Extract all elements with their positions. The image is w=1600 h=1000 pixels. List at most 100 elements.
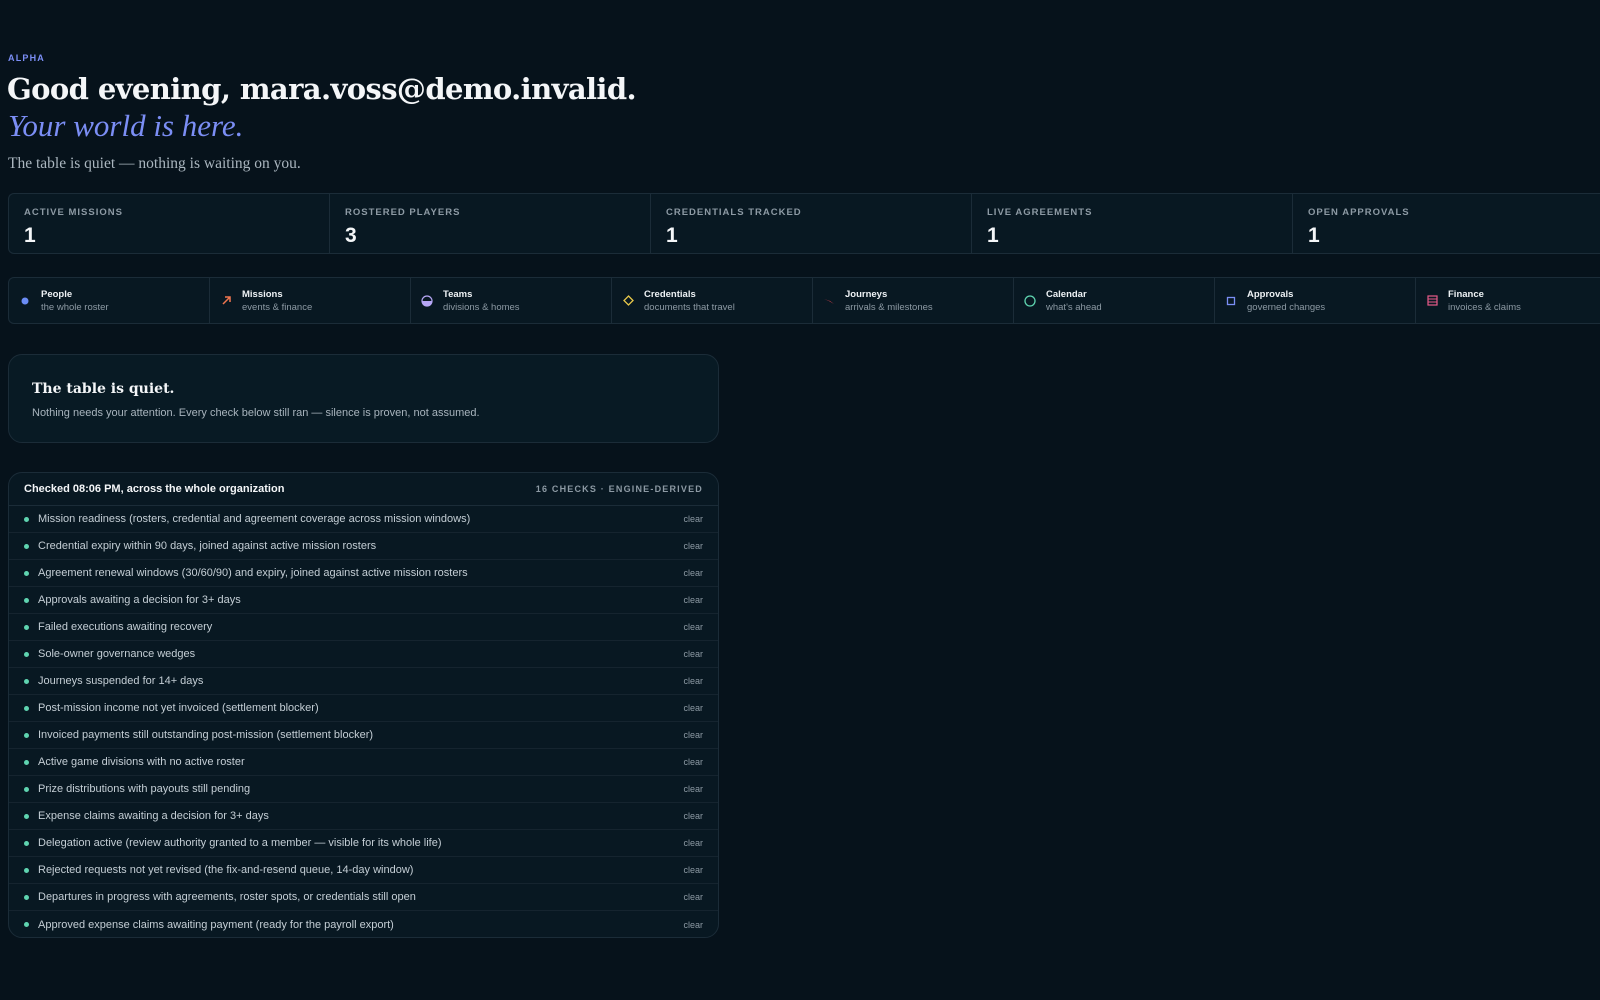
check-status: clear [683, 865, 703, 875]
check-status: clear [683, 514, 703, 524]
check-row: Agreement renewal windows (30/60/90) and… [9, 560, 718, 587]
dot-icon [19, 295, 31, 307]
module-teams[interactable]: Teams divisions & homes [411, 278, 612, 323]
stat-label: ROSTERED PLAYERS [345, 207, 461, 218]
check-label: Expense claims awaiting a decision for 3… [38, 810, 269, 822]
check-status: clear [683, 757, 703, 767]
flight-icon [823, 295, 835, 307]
module-subtitle: invoices & claims [1448, 301, 1521, 313]
module-subtitle: events & finance [242, 301, 313, 313]
check-label: Sole-owner governance wedges [38, 648, 196, 660]
check-row: Departures in progress with agreements, … [9, 884, 718, 911]
module-title: People [41, 288, 73, 300]
checks-meta: 16 CHECKS · ENGINE-DERIVED [535, 484, 703, 494]
status-dot-icon [24, 786, 29, 792]
status-dot-icon [24, 759, 29, 765]
check-label: Departures in progress with agreements, … [38, 891, 416, 903]
stat-label: ACTIVE MISSIONS [24, 207, 123, 218]
module-subtitle: arrivals & milestones [845, 301, 933, 313]
arrow-icon [220, 295, 232, 307]
stat-label: CREDENTIALS TRACKED [666, 207, 802, 218]
status-dot-icon [24, 922, 29, 927]
status-dot-icon [24, 597, 29, 603]
check-row: Rejected requests not yet revised (the f… [9, 857, 718, 884]
status-dot-icon [24, 570, 29, 576]
module-nav: People the whole roster Missions events … [8, 277, 1600, 324]
half-circle-icon [421, 294, 433, 307]
check-status: clear [683, 811, 703, 821]
check-status: clear [683, 730, 703, 740]
diamond-icon [622, 295, 634, 307]
module-title: Finance [1448, 288, 1484, 300]
greeting-heading: Good evening, mara.voss@demo.invalid. [7, 72, 637, 106]
stat-label: LIVE AGREEMENTS [987, 207, 1093, 218]
check-row: Sole-owner governance wedges clear [9, 641, 718, 668]
check-label: Post-mission income not yet invoiced (se… [38, 702, 319, 714]
check-row: Expense claims awaiting a decision for 3… [9, 803, 718, 830]
check-row: Mission readiness (rosters, credential a… [9, 506, 718, 533]
stat-value: 1 [24, 224, 36, 247]
check-status: clear [683, 622, 703, 632]
stat-credentials-tracked: CREDENTIALS TRACKED 1 [651, 194, 972, 253]
module-missions[interactable]: Missions events & finance [210, 278, 411, 323]
module-journeys[interactable]: Journeys arrivals & milestones [813, 278, 1014, 323]
check-label: Delegation active (review authority gran… [38, 837, 442, 849]
module-title: Teams [443, 288, 473, 300]
status-dot-icon [24, 624, 29, 630]
status-dot-icon [24, 840, 29, 846]
check-label: Approved expense claims awaiting payment… [38, 918, 394, 931]
dashboard-page: ALPHA Good evening, mara.voss@demo.inval… [0, 0, 1600, 1000]
check-label: Journeys suspended for 14+ days [38, 675, 204, 687]
check-status: clear [683, 649, 703, 659]
module-title: Missions [242, 288, 283, 300]
stat-open-approvals: OPEN APPROVALS 1 [1293, 194, 1600, 253]
stat-value: 1 [987, 224, 999, 247]
stat-live-agreements: LIVE AGREEMENTS 1 [972, 194, 1293, 253]
quiet-card: The table is quiet. Nothing needs your a… [8, 354, 719, 443]
check-status: clear [683, 676, 703, 686]
check-status: clear [683, 703, 703, 713]
check-row: Active game divisions with no active ros… [9, 749, 718, 776]
module-finance[interactable]: Finance invoices & claims [1416, 278, 1600, 323]
module-credentials[interactable]: Credentials documents that travel [612, 278, 813, 323]
check-status: clear [683, 568, 703, 578]
square-icon [1225, 295, 1237, 307]
quiet-title: The table is quiet. [32, 381, 175, 397]
tagline: Your world is here. [8, 108, 244, 143]
checks-header: Checked 08:06 PM, across the whole organ… [9, 473, 718, 506]
module-title: Credentials [644, 288, 696, 300]
check-label: Prize distributions with payouts still p… [38, 783, 251, 795]
check-label: Failed executions awaiting recovery [38, 621, 213, 633]
ledger-icon [1426, 295, 1438, 307]
check-label: Approvals awaiting a decision for 3+ day… [38, 594, 241, 606]
module-calendar[interactable]: Calendar what's ahead [1014, 278, 1215, 323]
module-title: Journeys [845, 288, 888, 300]
module-subtitle: the whole roster [41, 301, 109, 313]
module-approvals[interactable]: Approvals governed changes [1215, 278, 1416, 323]
status-dot-icon [24, 651, 29, 657]
check-status: clear [683, 595, 703, 605]
stat-label: OPEN APPROVALS [1308, 207, 1410, 218]
stats-bar: ACTIVE MISSIONS 1 ROSTERED PLAYERS 3 CRE… [8, 193, 1600, 254]
check-label: Agreement renewal windows (30/60/90) and… [38, 567, 468, 579]
checks-panel: Checked 08:06 PM, across the whole organ… [8, 472, 719, 938]
check-row: Invoiced payments still outstanding post… [9, 722, 718, 749]
check-row: Journeys suspended for 14+ days clear [9, 668, 718, 695]
module-people[interactable]: People the whole roster [9, 278, 210, 323]
check-row: Delegation active (review authority gran… [9, 830, 718, 857]
status-dot-icon [24, 732, 29, 738]
check-row: Approvals awaiting a decision for 3+ day… [9, 587, 718, 614]
stat-active-missions: ACTIVE MISSIONS 1 [9, 194, 330, 253]
check-row: Failed executions awaiting recovery clear [9, 614, 718, 641]
check-status: clear [683, 541, 703, 551]
check-label: Rejected requests not yet revised (the f… [38, 864, 414, 876]
status-dot-icon [24, 678, 29, 684]
check-status: clear [683, 784, 703, 794]
stat-value: 1 [666, 224, 678, 247]
status-dot-icon [24, 894, 29, 900]
stat-value: 1 [1308, 224, 1320, 247]
check-label: Mission readiness (rosters, credential a… [38, 513, 471, 525]
module-title: Approvals [1247, 288, 1294, 300]
check-status: clear [683, 919, 703, 930]
status-dot-icon [24, 543, 29, 549]
